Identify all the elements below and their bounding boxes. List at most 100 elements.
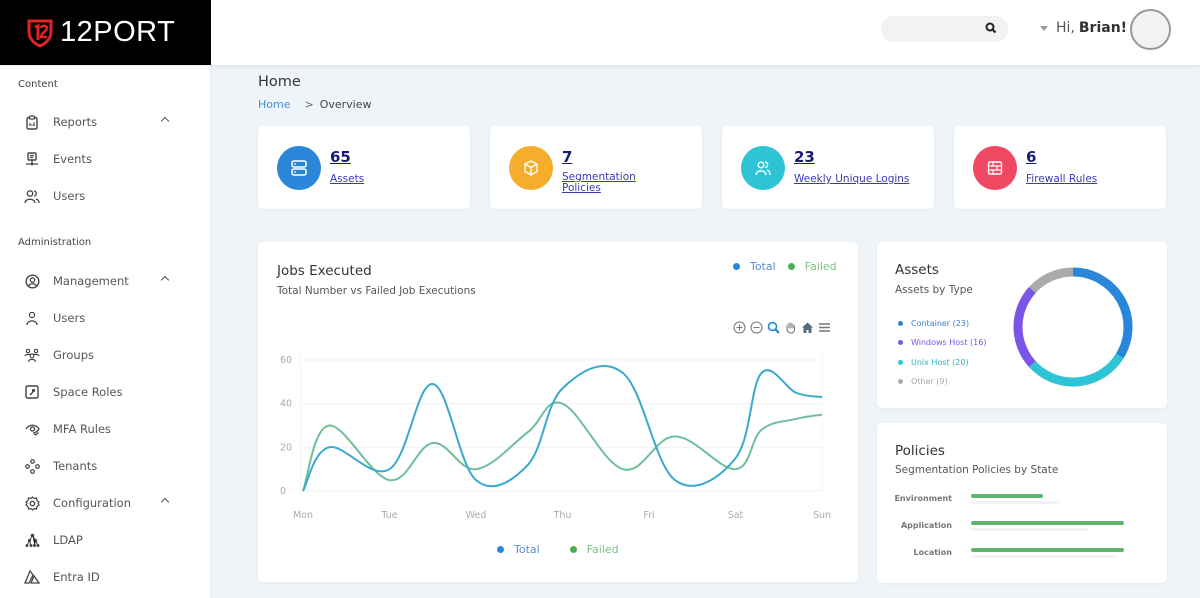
breadcrumb: Home > Overview xyxy=(258,98,372,111)
stat-label[interactable]: Weekly Unique Logins xyxy=(794,174,924,185)
legend-item-failed[interactable]: Failed xyxy=(787,260,837,273)
bar-category-label: Location xyxy=(913,548,953,557)
search-icon[interactable] xyxy=(984,21,998,35)
menu-icon[interactable] xyxy=(818,321,831,334)
stat-value[interactable]: 7 xyxy=(562,148,572,166)
legend-item[interactable]: Unix Host (20) xyxy=(898,358,969,367)
y-tick-label: 40 xyxy=(280,399,292,410)
chart-legend-bottom: Total Failed xyxy=(497,543,619,556)
legend-marker xyxy=(898,360,903,365)
stat-label[interactable]: Assets xyxy=(330,174,450,185)
search-input[interactable] xyxy=(881,16,1008,42)
sidebar-item-label: Management xyxy=(53,274,129,288)
user-circle-icon xyxy=(24,273,40,289)
legend-item[interactable]: Windows Host (16) xyxy=(898,338,986,347)
legend-item[interactable]: Container (23) xyxy=(898,319,969,328)
sidebar-item-space-roles[interactable]: Space Roles xyxy=(24,381,184,403)
stat-label[interactable]: Segmentation Policies xyxy=(562,172,652,194)
breadcrumb-home[interactable]: Home xyxy=(258,98,290,111)
stat-label[interactable]: Firewall Rules xyxy=(1026,174,1146,185)
bar-track xyxy=(971,528,1088,531)
section-label-content: Content xyxy=(18,79,58,90)
series-line-total[interactable] xyxy=(302,365,823,492)
chevron-up-icon[interactable] xyxy=(160,497,170,507)
user-menu[interactable]: Hi, Brian! xyxy=(1040,20,1127,36)
logo[interactable]: 12PORT xyxy=(0,0,211,65)
section-label-administration: Administration xyxy=(18,237,92,248)
donut-slice-windows-host[interactable] xyxy=(1013,286,1036,368)
assets-donut-chart xyxy=(1013,267,1133,387)
sidebar-item-events[interactable]: Events xyxy=(24,148,184,170)
sidebar-item-mfa-rules[interactable]: MFA Rules xyxy=(24,418,184,440)
sidebar-item-tenants[interactable]: Tenants xyxy=(24,455,184,477)
stat-value[interactable]: 23 xyxy=(794,148,815,166)
y-tick-label: 20 xyxy=(280,442,292,453)
bar-environment[interactable] xyxy=(971,494,1043,498)
x-tick-label: Fri xyxy=(643,510,654,521)
sidebar-item-entra-id[interactable]: Entra ID xyxy=(24,566,184,588)
chart-toolbar xyxy=(733,321,831,334)
stat-value[interactable]: 65 xyxy=(330,148,351,166)
sidebar-item-users-content[interactable]: Users xyxy=(24,185,184,207)
legend-item-total[interactable]: Total xyxy=(497,543,540,556)
greeting-prefix: Hi, xyxy=(1056,20,1075,36)
sidebar-item-users[interactable]: Users xyxy=(24,307,184,329)
stat-value[interactable]: 6 xyxy=(1026,148,1036,166)
series-line-failed[interactable] xyxy=(302,401,823,492)
sidebar-item-groups[interactable]: Groups xyxy=(24,344,184,366)
sidebar-item-label: Groups xyxy=(53,348,95,362)
sidebar-item-label: Reports xyxy=(53,115,98,129)
legend-label: Total xyxy=(750,260,776,273)
sidebar-item-label: Users xyxy=(53,311,86,325)
legend-item[interactable]: Other (9) xyxy=(898,377,948,386)
x-tick-label: Mon xyxy=(293,510,313,521)
legend-label: Failed xyxy=(586,543,619,556)
sidebar-item-label: Entra ID xyxy=(53,570,100,584)
sidebar-item-ldap[interactable]: LDAP xyxy=(24,529,184,551)
legend-marker xyxy=(569,546,577,553)
top-bar: 12PORT Hi, Brian! xyxy=(0,0,1200,65)
card-subtitle: Total Number vs Failed Job Executions xyxy=(277,285,476,297)
users-icon xyxy=(741,146,785,190)
sidebar-item-label: Events xyxy=(53,152,92,166)
y-tick-label: 0 xyxy=(280,486,286,497)
bar-location[interactable] xyxy=(971,548,1124,552)
card-title: Policies xyxy=(895,443,945,459)
legend-label: Windows Host (16) xyxy=(911,338,987,347)
zoom-select-icon[interactable] xyxy=(767,321,780,334)
legend-item-failed[interactable]: Failed xyxy=(569,543,619,556)
legend-marker xyxy=(898,321,903,326)
donut-slice-unix-host[interactable] xyxy=(1029,353,1124,387)
sidebar-item-configuration[interactable]: Configuration xyxy=(24,492,184,514)
legend-label: Container (23) xyxy=(911,319,970,328)
sidebar-item-reports[interactable]: Reports xyxy=(24,111,184,133)
pan-hand-icon[interactable] xyxy=(784,321,797,334)
avatar[interactable] xyxy=(1130,9,1171,50)
server-icon xyxy=(277,146,321,190)
jobs-line-chart: 0 20 40 60 Mon Tue Wed Thu Fri Sat Sun xyxy=(280,350,831,521)
chevron-up-icon[interactable] xyxy=(160,116,170,126)
card-subtitle: Segmentation Policies by State xyxy=(895,464,1059,476)
gear-icon xyxy=(24,495,40,511)
home-reset-icon[interactable] xyxy=(801,321,814,334)
chevron-up-icon[interactable] xyxy=(160,275,170,285)
donut-slice-other[interactable] xyxy=(1029,267,1074,294)
bar-track xyxy=(971,501,1060,504)
y-tick-label: 60 xyxy=(280,355,292,366)
firewall-icon xyxy=(973,146,1017,190)
zoom-in-icon[interactable] xyxy=(733,321,746,334)
bar-application[interactable] xyxy=(971,521,1124,525)
brand-name: 12PORT xyxy=(60,16,176,48)
user-name: Brian! xyxy=(1078,20,1128,36)
legend-item-total[interactable]: Total xyxy=(733,260,776,273)
monitor-network-icon xyxy=(24,151,40,167)
zoom-out-icon[interactable] xyxy=(750,321,763,334)
key-square-icon xyxy=(24,384,40,400)
page-title: Home xyxy=(258,74,301,90)
sidebar-item-label: Tenants xyxy=(53,459,98,473)
chart-legend-top: Total Failed xyxy=(733,260,837,273)
bar-category-label: Environment xyxy=(894,494,952,503)
donut-slice-container[interactable] xyxy=(1072,267,1133,359)
sidebar-item-management[interactable]: Management xyxy=(24,270,184,292)
sidebar-item-label: Users xyxy=(53,189,86,203)
